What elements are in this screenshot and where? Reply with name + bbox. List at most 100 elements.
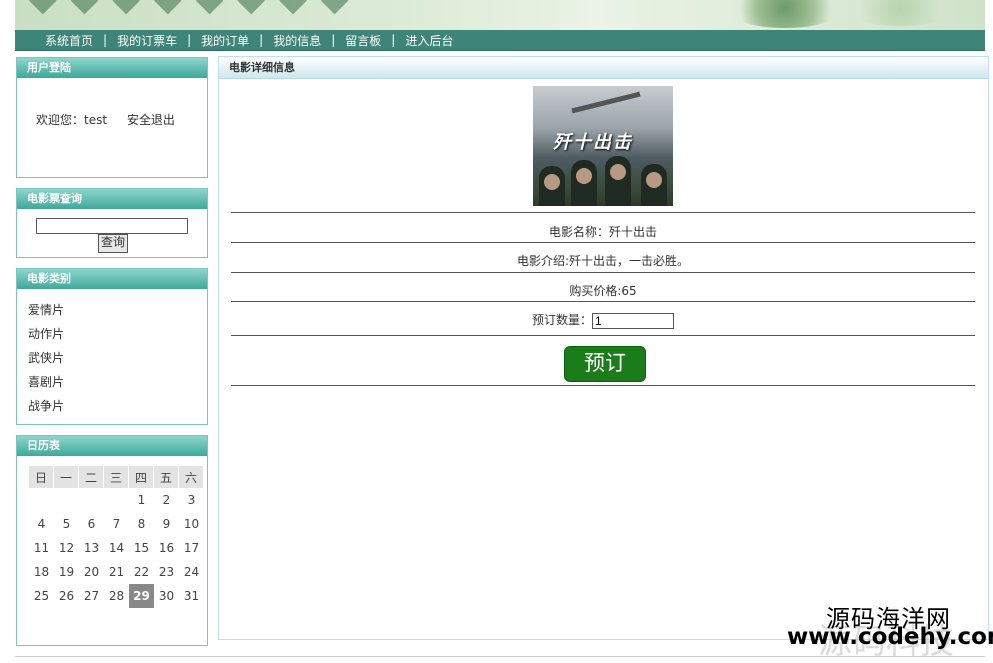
banner-title-graphic: ◆◆◆◆◆◆◆◆ [29,0,362,19]
poster-figure [605,156,631,206]
calendar-weekday: 日 [29,466,54,488]
top-nav: 系统首页 | 我的订票车 | 我的订单 | 我的信息 | 留言板 | 进入后台 [15,30,985,51]
welcome-text: 欢迎您：test [36,113,108,127]
calendar-week: 4 5 6 7 8 9 10 [29,512,204,536]
divider [231,272,975,273]
calendar-day[interactable]: 14 [104,536,129,560]
calendar-today[interactable]: 29 [129,584,154,608]
calendar-day[interactable]: 31 [179,584,204,608]
logout-link[interactable]: 安全退出 [127,113,175,127]
calendar-day[interactable]: 12 [54,536,79,560]
quantity-input[interactable] [592,312,674,329]
calendar-day [29,488,54,512]
calendar-day[interactable]: 17 [179,536,204,560]
calendar-day[interactable]: 5 [54,512,79,536]
calendar-day [54,488,79,512]
nav-link[interactable]: 我的订票车 [117,32,177,49]
nav-separator: | [187,33,192,47]
calendar-day[interactable]: 22 [129,560,154,584]
calendar-day[interactable]: 25 [29,584,54,608]
calendar-day[interactable]: 30 [154,584,179,608]
calendar-day [104,488,129,512]
category-item[interactable]: 动作片 [28,326,64,350]
poster-jet-graphic [571,91,641,114]
nav-link[interactable]: 我的订单 [201,32,249,49]
banner-tree-graphic [725,0,845,28]
nav-separator: | [391,33,396,47]
poster-figure [641,164,667,206]
divider [231,242,975,243]
calendar-day[interactable]: 1 [129,488,154,512]
calendar-weekday: 四 [129,466,154,488]
calendar-day[interactable]: 9 [154,512,179,536]
nav-separator: | [103,33,108,47]
category-item[interactable]: 喜剧片 [28,374,64,398]
site-banner: ◆◆◆◆◆◆◆◆ [15,0,985,30]
calendar-day[interactable]: 20 [79,560,104,584]
nav-item: 留言板 | [345,32,405,49]
poster-figure [571,160,597,206]
category-panel-title: 电影类别 [17,269,207,289]
login-panel-title: 用户登陆 [17,58,207,78]
calendar-day[interactable]: 6 [79,512,104,536]
calendar-weekday: 一 [54,466,79,488]
login-panel: 用户登陆 欢迎您：test 安全退出 [16,57,208,178]
nav-link[interactable]: 我的信息 [273,32,321,49]
banner-foliage-graphic [845,0,955,26]
calendar-day[interactable]: 7 [104,512,129,536]
nav-item: 我的信息 | [273,32,345,49]
calendar-day [79,488,104,512]
calendar-day[interactable]: 19 [54,560,79,584]
search-panel-title: 电影票查询 [17,189,207,209]
ticket-search-panel: 电影票查询 查询 [16,188,208,258]
calendar-day[interactable]: 2 [154,488,179,512]
calendar-day[interactable]: 27 [79,584,104,608]
calendar-day[interactable]: 18 [29,560,54,584]
category-item[interactable]: 战争片 [28,398,64,422]
calendar-panel-title: 日历表 [17,436,207,456]
book-button[interactable]: 预订 [564,346,646,382]
category-panel: 电影类别 爱情片 动作片 武侠片 喜剧片 战争片 [16,268,208,425]
calendar-day[interactable]: 13 [79,536,104,560]
detail-panel-title: 电影详细信息 [219,57,988,79]
nav-link[interactable]: 留言板 [345,32,381,49]
calendar-days: 1 2 3 4 5 6 7 8 9 10 11 12 13 14 15 16 17 18 19 20 21 22 23 24 2… [29,488,204,608]
nav-item: 进入后台 [405,32,453,49]
nav-list: 系统首页 | 我的订票车 | 我的订单 | 我的信息 | 留言板 | 进入后台 [15,30,985,50]
movie-price: 购买价格:65 [569,284,637,298]
calendar-weekday-row: 日一二三四五六 [29,466,204,488]
calendar-day[interactable]: 10 [179,512,204,536]
quantity-label: 预订数量： [531,313,592,327]
calendar-day[interactable]: 8 [129,512,154,536]
nav-item: 我的订单 | [201,32,273,49]
poster-figure [539,166,565,206]
category-list: 爱情片 动作片 武侠片 喜剧片 战争片 [28,302,64,422]
poster-title: 歼十出击 [553,132,633,153]
nav-link[interactable]: 系统首页 [45,32,93,49]
calendar-day[interactable]: 11 [29,536,54,560]
calendar-day[interactable]: 4 [29,512,54,536]
search-button[interactable]: 查询 [98,234,128,253]
calendar-day[interactable]: 16 [154,536,179,560]
category-item[interactable]: 武侠片 [28,350,64,374]
calendar-weekday: 五 [154,466,179,488]
calendar-week: 18 19 20 21 22 23 24 [29,560,204,584]
calendar-day[interactable]: 24 [179,560,204,584]
movie-detail-panel: 电影详细信息 歼十出击 电影名称：歼十出击 电影介绍:歼十出击，一击必胜。 购买… [218,56,989,640]
calendar-day[interactable]: 15 [129,536,154,560]
calendar-day[interactable]: 26 [54,584,79,608]
divider [231,385,975,386]
category-item[interactable]: 爱情片 [28,302,64,326]
calendar-day[interactable]: 3 [179,488,204,512]
login-status: 欢迎您：test 安全退出 [36,111,191,128]
calendar-day[interactable]: 28 [104,584,129,608]
calendar-day[interactable]: 21 [104,560,129,584]
divider [231,212,975,213]
nav-separator: | [259,33,264,47]
divider [231,301,975,302]
nav-separator: | [331,33,336,47]
nav-link[interactable]: 进入后台 [405,32,453,49]
quantity-row: 预订数量： [231,311,975,329]
search-input[interactable] [36,218,188,234]
calendar-day[interactable]: 23 [154,560,179,584]
